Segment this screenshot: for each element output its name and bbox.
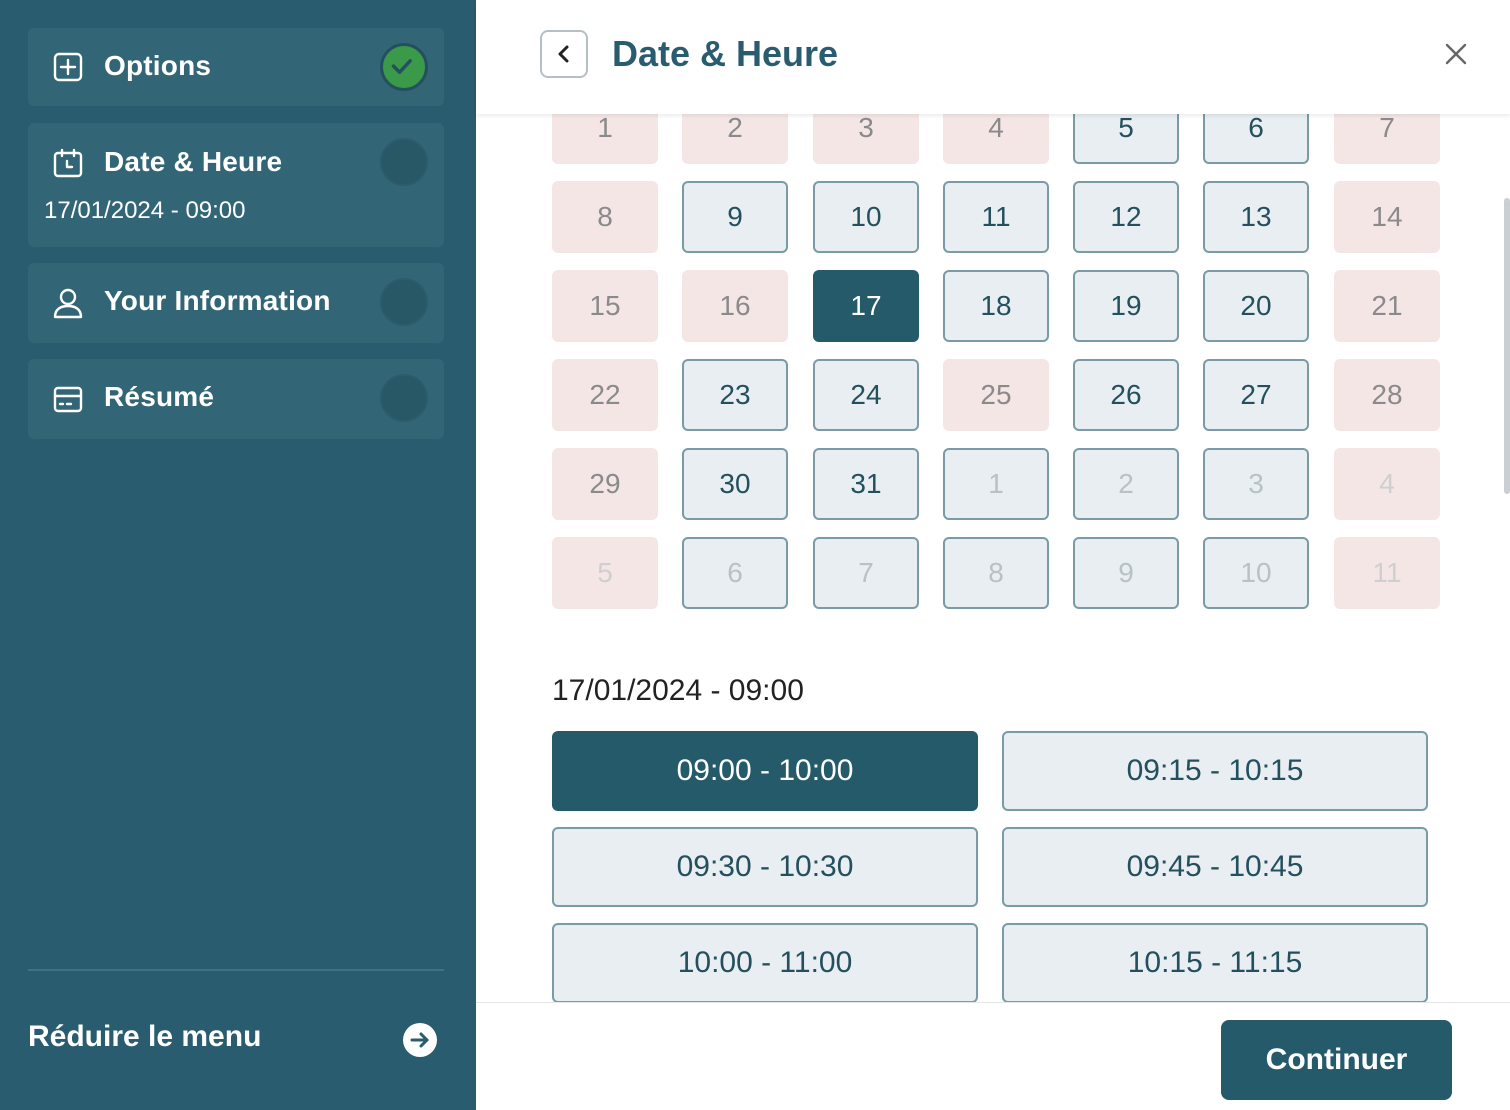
continue-button[interactable]: Continuer	[1221, 1020, 1452, 1100]
step-done-check-icon	[380, 43, 428, 91]
step-status-circle	[380, 278, 428, 326]
calendar-day[interactable]: 27	[1203, 359, 1309, 431]
calendar-day[interactable]: 9	[682, 181, 788, 253]
calendar-day: 25	[943, 359, 1049, 431]
sidebar-step-label: Date & Heure	[104, 146, 283, 177]
calendar-day[interactable]: 2	[1073, 448, 1179, 520]
calendar-day[interactable]: 12	[1073, 181, 1179, 253]
time-slot-selected[interactable]: 09:00 - 10:00	[552, 731, 978, 811]
calendar-day: 29	[552, 448, 658, 520]
calendar-day: 16	[682, 270, 788, 342]
plus-square-icon	[53, 52, 83, 82]
time-slot[interactable]: 09:30 - 10:30	[552, 827, 978, 907]
step-status-circle	[380, 374, 428, 422]
calendar-icon	[53, 148, 83, 178]
selected-datetime-summary: 17/01/2024 - 09:00	[44, 197, 246, 224]
sidebar-step-your-information[interactable]: Your Information	[28, 263, 444, 343]
calendar-day: 28	[1334, 359, 1440, 431]
page-title: Date & Heure	[612, 33, 839, 74]
time-slot[interactable]: 10:00 - 11:00	[552, 923, 978, 1002]
calendar-day: 1	[552, 114, 658, 164]
sidebar-step-label: Résumé	[104, 381, 215, 412]
sidebar-step-options[interactable]: Options	[28, 28, 444, 106]
collapse-menu-label[interactable]: Réduire le menu	[28, 1020, 261, 1054]
scrollbar[interactable]	[1504, 198, 1510, 494]
chevron-left-icon	[558, 45, 569, 63]
calendar-day[interactable]: 13	[1203, 181, 1309, 253]
calendar-day[interactable]: 6	[682, 537, 788, 609]
collapse-menu-button[interactable]	[403, 1023, 437, 1057]
calendar-day: 4	[1334, 448, 1440, 520]
calendar-day[interactable]: 10	[813, 181, 919, 253]
sidebar-step-label: Your Information	[104, 285, 331, 316]
close-icon[interactable]	[1442, 40, 1470, 68]
header: Date & Heure	[476, 0, 1510, 114]
calendar-day: 14	[1334, 181, 1440, 253]
calendar-day: 4	[943, 114, 1049, 164]
calendar-day[interactable]: 31	[813, 448, 919, 520]
calendar-day[interactable]: 23	[682, 359, 788, 431]
sidebar-step-date-time[interactable]: Date & Heure 17/01/2024 - 09:00	[28, 123, 444, 247]
calendar-day: 8	[552, 181, 658, 253]
time-slot[interactable]: 09:15 - 10:15	[1002, 731, 1428, 811]
calendar-day[interactable]: 1	[943, 448, 1049, 520]
step-status-circle	[380, 138, 428, 186]
calendar-day[interactable]: 7	[813, 537, 919, 609]
calendar-day[interactable]: 3	[1203, 448, 1309, 520]
user-icon	[53, 288, 83, 319]
calendar-day[interactable]: 20	[1203, 270, 1309, 342]
calendar-day: 3	[813, 114, 919, 164]
calendar-day[interactable]: 19	[1073, 270, 1179, 342]
calendar-day: 5	[552, 537, 658, 609]
calendar-day[interactable]: 6	[1203, 114, 1309, 164]
calendar-day[interactable]: 8	[943, 537, 1049, 609]
selected-slot-label: 17/01/2024 - 09:00	[552, 674, 804, 707]
main-content: 1 2 3 4 5 6 7 8 9 10 11 12 13 14 15 16 17 18 19 20 21 22 23 24 2…	[476, 114, 1510, 1002]
calendar-day: 7	[1334, 114, 1440, 164]
footer: Continuer	[476, 1002, 1510, 1110]
check-icon	[391, 59, 412, 74]
sidebar: Options Date & Heure 17/01/2024 - 09:00 …	[0, 0, 476, 1110]
calendar-day: 21	[1334, 270, 1440, 342]
calendar-day[interactable]: 9	[1073, 537, 1179, 609]
calendar-day: 11	[1334, 537, 1440, 609]
calendar-day[interactable]: 26	[1073, 359, 1179, 431]
calendar-day[interactable]: 10	[1203, 537, 1309, 609]
calendar-day[interactable]: 5	[1073, 114, 1179, 164]
credit-card-icon	[53, 386, 83, 413]
sidebar-step-label: Options	[104, 50, 212, 81]
calendar-day: 22	[552, 359, 658, 431]
calendar-day: 2	[682, 114, 788, 164]
time-slot[interactable]: 09:45 - 10:45	[1002, 827, 1428, 907]
calendar-day[interactable]: 30	[682, 448, 788, 520]
calendar-day[interactable]: 24	[813, 359, 919, 431]
calendar-day[interactable]: 11	[943, 181, 1049, 253]
sidebar-divider	[28, 969, 444, 971]
calendar-day-selected[interactable]: 17	[813, 270, 919, 342]
back-button[interactable]	[540, 30, 588, 78]
time-slot[interactable]: 10:15 - 11:15	[1002, 923, 1428, 1002]
calendar-day: 15	[552, 270, 658, 342]
sidebar-step-resume[interactable]: Résumé	[28, 359, 444, 439]
arrow-right-icon	[410, 1032, 429, 1048]
calendar-day[interactable]: 18	[943, 270, 1049, 342]
